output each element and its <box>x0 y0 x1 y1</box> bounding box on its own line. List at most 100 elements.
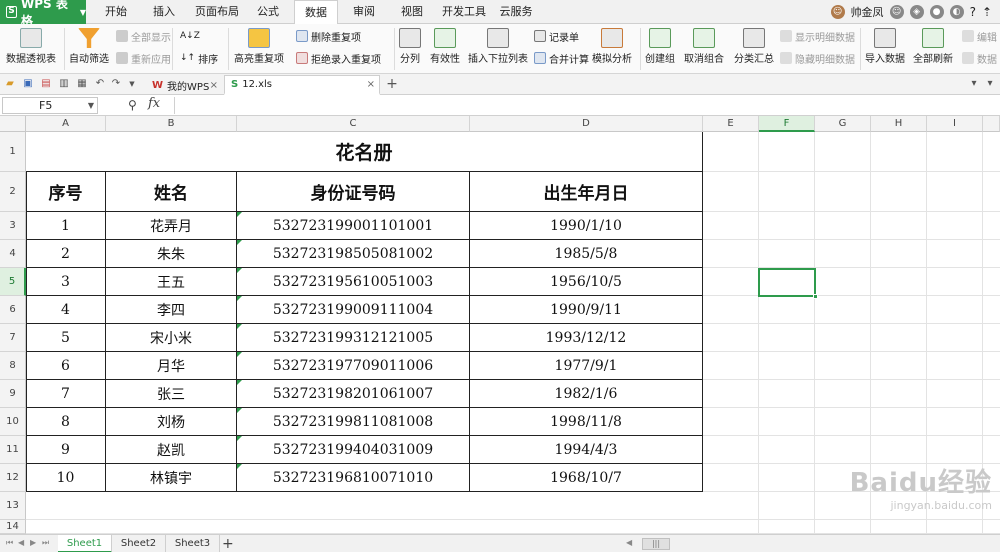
worksheet-grid[interactable]: A B C D E F G H I 1 2 3 4 5 6 7 8 9 10 11 12 13 14 花名… <box>0 116 1000 534</box>
sheet-tab-3[interactable]: Sheet3 <box>166 535 220 552</box>
col-header-f[interactable]: F <box>759 116 815 132</box>
name-cell[interactable]: 花弄月 <box>106 212 237 240</box>
id-cell[interactable]: 532723199009111004 <box>237 296 470 324</box>
name-cell[interactable]: 林镇宇 <box>106 464 237 492</box>
header-cell-index[interactable]: 序号 <box>26 172 106 212</box>
col-header-h[interactable]: H <box>871 116 927 132</box>
row-header[interactable]: 3 <box>0 212 26 240</box>
sheet-title-cell[interactable]: 花名册 <box>26 132 703 172</box>
birth-cell[interactable]: 1994/4/3 <box>470 436 703 464</box>
delete-duplicates-button[interactable]: 删除重复项 <box>296 28 361 44</box>
tab-home[interactable]: 开始 <box>96 0 136 24</box>
index-cell[interactable]: 10 <box>26 464 106 492</box>
minimize-ribbon-icon[interactable]: ⇡ <box>982 5 992 19</box>
id-cell[interactable]: 532723199001101001 <box>237 212 470 240</box>
row-header[interactable]: 10 <box>0 408 26 436</box>
print-preview-icon[interactable]: ▦ <box>76 78 88 90</box>
simulate-button[interactable]: 模拟分析 <box>590 28 634 65</box>
data-links-button[interactable]: 数据 <box>962 50 997 66</box>
share-icon[interactable]: ● <box>929 5 944 19</box>
col-header-e[interactable]: E <box>703 116 759 132</box>
row-header[interactable]: 6 <box>0 296 26 324</box>
export-pdf-icon[interactable]: ▤ <box>40 78 52 90</box>
sort-button[interactable]: ↓↑ 排序 <box>180 50 218 66</box>
horizontal-scrollbar[interactable]: ◀ ||| <box>626 538 998 550</box>
reject-duplicates-button[interactable]: 拒绝录入重复项 <box>296 50 381 66</box>
row-header[interactable]: 8 <box>0 352 26 380</box>
undo-icon[interactable]: ↶ <box>94 78 106 90</box>
col-header-a[interactable]: A <box>26 116 106 132</box>
name-cell[interactable]: 张三 <box>106 380 237 408</box>
prev-sheet-icon[interactable]: ◀ <box>18 538 24 547</box>
name-cell[interactable]: 刘杨 <box>106 408 237 436</box>
sheet-tab-2[interactable]: Sheet2 <box>112 535 166 552</box>
split-columns-button[interactable]: 分列 <box>396 28 424 65</box>
tab-cloud[interactable]: 云服务 <box>496 0 536 24</box>
tab-review[interactable]: 审阅 <box>346 0 382 24</box>
index-cell[interactable]: 9 <box>26 436 106 464</box>
chevron-down-icon[interactable]: ▼ <box>88 98 94 113</box>
row-header[interactable]: 11 <box>0 436 26 464</box>
row-header[interactable]: 2 <box>0 172 26 212</box>
highlight-duplicates-button[interactable]: 高亮重复项 <box>232 28 286 65</box>
tab-view[interactable]: 视图 <box>394 0 430 24</box>
index-cell[interactable]: 7 <box>26 380 106 408</box>
chevron-down-icon[interactable]: ▼ <box>126 78 138 90</box>
subtotal-button[interactable]: 分类汇总 <box>734 28 774 65</box>
autofilter-button[interactable]: 自动筛选 <box>68 28 110 65</box>
id-cell[interactable]: 532723198201061007 <box>237 380 470 408</box>
index-cell[interactable]: 4 <box>26 296 106 324</box>
tab-page-layout[interactable]: 页面布局 <box>192 0 242 24</box>
save-icon[interactable]: ▣ <box>22 78 34 90</box>
row-header[interactable]: 12 <box>0 464 26 492</box>
last-sheet-icon[interactable]: ⏭ <box>42 538 49 548</box>
col-header-g[interactable]: G <box>815 116 871 132</box>
name-cell[interactable]: 李四 <box>106 296 237 324</box>
insert-dropdown-button[interactable]: 插入下拉列表 <box>468 28 528 65</box>
open-folder-icon[interactable]: ▰ <box>4 78 16 90</box>
formula-input[interactable] <box>174 97 994 114</box>
pivot-table-button[interactable]: 数据透视表 <box>6 28 56 65</box>
id-cell[interactable]: 532723199811081008 <box>237 408 470 436</box>
validity-button[interactable]: 有效性 <box>426 28 464 65</box>
name-cell[interactable]: 朱朱 <box>106 240 237 268</box>
doc-tab-my-wps[interactable]: W 我的WPS × <box>146 75 222 95</box>
fx-icon[interactable]: fx <box>148 96 160 111</box>
record-form-button[interactable]: 记录单 <box>534 28 579 44</box>
name-cell[interactable]: 赵凯 <box>106 436 237 464</box>
col-header-i[interactable]: I <box>927 116 983 132</box>
scroll-thumb[interactable]: ||| <box>642 538 670 550</box>
doc-tab-12xls[interactable]: S 12.xls × <box>224 75 380 95</box>
id-cell[interactable]: 532723198505081002 <box>237 240 470 268</box>
index-cell[interactable]: 6 <box>26 352 106 380</box>
tab-insert[interactable]: 插入 <box>144 0 184 24</box>
sheet-tab-1[interactable]: Sheet1 <box>58 535 112 552</box>
id-cell[interactable]: 532723199404031009 <box>237 436 470 464</box>
tab-data[interactable]: 数据 <box>294 0 338 25</box>
scroll-left-icon[interactable]: ◀ <box>626 538 632 547</box>
index-cell[interactable]: 1 <box>26 212 106 240</box>
id-cell[interactable]: 532723196810071010 <box>237 464 470 492</box>
birth-cell[interactable]: 1990/9/11 <box>470 296 703 324</box>
row-header[interactable]: 9 <box>0 380 26 408</box>
col-header-c[interactable]: C <box>237 116 470 132</box>
avatar[interactable]: ☺ <box>830 5 845 19</box>
birth-cell[interactable]: 1968/10/7 <box>470 464 703 492</box>
id-cell[interactable]: 532723199312121005 <box>237 324 470 352</box>
zoom-icon[interactable]: ⚲ <box>128 98 137 112</box>
show-all-button[interactable]: 全部显示 <box>116 28 171 44</box>
fill-handle[interactable] <box>813 294 818 299</box>
id-cell[interactable]: 532723195610051003 <box>237 268 470 296</box>
tab-developer[interactable]: 开发工具 <box>438 0 490 24</box>
header-cell-birth[interactable]: 出生年月日 <box>470 172 703 212</box>
index-cell[interactable]: 8 <box>26 408 106 436</box>
selected-cell-f5[interactable] <box>758 268 818 299</box>
name-box[interactable]: F5 ▼ <box>2 97 98 114</box>
index-cell[interactable]: 5 <box>26 324 106 352</box>
refresh-all-button[interactable]: 全部刷新 <box>910 28 956 65</box>
birth-cell[interactable]: 1993/12/12 <box>470 324 703 352</box>
close-icon[interactable]: × <box>210 80 218 91</box>
birth-cell[interactable]: 1990/1/10 <box>470 212 703 240</box>
help-icon[interactable]: ? <box>970 5 976 19</box>
pin-icon[interactable]: ▾ <box>968 78 980 90</box>
